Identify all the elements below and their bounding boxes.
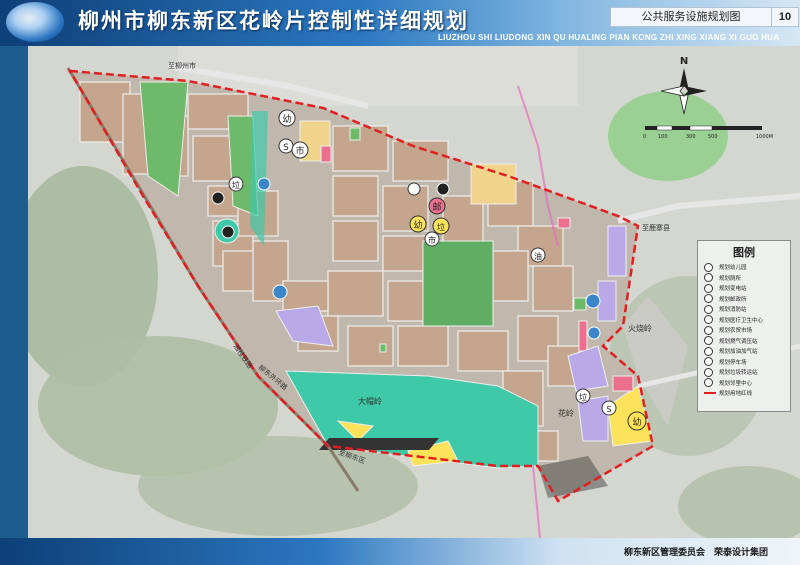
fire-station-icon[interactable] xyxy=(211,191,225,205)
post-marker-label: 邮 xyxy=(432,201,441,213)
footer-org-1: 柳东新区管理委员会 xyxy=(624,548,706,558)
legend-item: 规划燃气调压站 xyxy=(698,336,790,347)
header-bar: 柳州市柳东新区花岭片控制性详细规划 LIUZHOU SHI LIUDONG XI… xyxy=(0,0,800,46)
fire-station-icon xyxy=(704,304,713,314)
place-label-1: 火烧岭 xyxy=(628,323,652,333)
legend-item: 规划医疗卫生中心 xyxy=(698,315,790,326)
sports-marker-label: S xyxy=(283,143,289,153)
market-icon xyxy=(704,325,713,335)
legend-item: 规划加油加气站 xyxy=(698,346,790,357)
legend-item: 规划用地红线 xyxy=(698,388,790,399)
legend-panel: 图例 规划幼儿园 规划厕所 规划变电站 规划邮政所 规划消防站 规划医疗卫生中心… xyxy=(697,240,791,412)
scale-label-4: 1000M xyxy=(756,134,773,140)
parking-icon[interactable] xyxy=(272,284,288,300)
legend-item-label: 规划农贸市场 xyxy=(719,328,753,335)
legend-title: 图例 xyxy=(733,246,755,259)
toilet-icon[interactable] xyxy=(221,225,235,239)
legend-item: 规划邻里中心 xyxy=(698,378,790,389)
kindergarten-marker-2-label: 幼 xyxy=(413,219,422,231)
garbage-station-icon xyxy=(704,367,713,377)
north-label: N xyxy=(680,56,688,67)
legend-item-label: 规划用地红线 xyxy=(719,391,753,398)
legend-item-label: 规划厕所 xyxy=(719,275,742,282)
garbage-marker-3-label: 垃 xyxy=(579,392,587,402)
kindergarten-marker-label: 幼 xyxy=(282,113,291,125)
legend-item-label: 规划幼儿园 xyxy=(719,265,747,272)
post-icon xyxy=(704,294,713,304)
fire-station-icon-2[interactable] xyxy=(436,182,450,196)
scale-label-1: 100 xyxy=(658,134,668,140)
legend-item: 规划垃圾转运站 xyxy=(698,367,790,378)
neighborhood-center-icon xyxy=(704,378,713,388)
legend-item-label: 规划停车场 xyxy=(719,359,747,366)
fuel-station-icon xyxy=(704,346,713,356)
footer-bar: 柳东新区管理委员会 荣泰设计集团 xyxy=(0,538,800,565)
kindergarten-icon xyxy=(704,262,713,272)
legend-item-label: 规划燃气调压站 xyxy=(719,338,758,345)
place-label-2: 大帽岭 xyxy=(358,396,382,406)
road-label-1: 至柳州市 xyxy=(168,61,196,70)
legend-item: 规划消防站 xyxy=(698,304,790,315)
footer-org-2: 荣泰设计集团 xyxy=(714,548,769,558)
legend-item-label: 规划垃圾转运站 xyxy=(719,370,758,377)
sports-marker-2-label: S xyxy=(606,405,611,414)
scale-label-0: 0 xyxy=(643,134,646,140)
garbage-marker-2-label: 垃 xyxy=(437,222,445,232)
legend-item-label: 规划邮政所 xyxy=(719,296,747,303)
legend-list: 规划幼儿园 规划厕所 规划变电站 规划邮政所 规划消防站 规划医疗卫生中心 规划… xyxy=(698,262,790,399)
plan-title: 柳州市柳东新区花岭片控制性详细规划 xyxy=(78,9,469,33)
medical-icon[interactable] xyxy=(585,293,601,309)
medical-icon xyxy=(704,315,713,325)
parking-icon xyxy=(704,357,713,367)
toilet-icon xyxy=(704,273,713,283)
market-marker-label: 市 xyxy=(295,145,304,157)
kindergarten-marker-3-label: 幼 xyxy=(632,416,641,428)
fuel-marker-label: 油 xyxy=(534,251,542,261)
map-svg: 幼 S 市 垃 邮 幼 垃 市 油 垃 S 幼 至柳州市 湘桂铁路 柳东外环路 … xyxy=(28,46,800,538)
gas-regulator-icon xyxy=(704,336,713,346)
legend-item-label: 规划消防站 xyxy=(719,307,747,314)
legend-item: 规划停车场 xyxy=(698,357,790,368)
gas-station-icon[interactable] xyxy=(407,182,421,196)
legend-item-label: 规划变电站 xyxy=(719,286,747,293)
sheet-number: 10 xyxy=(771,7,799,27)
legend-item-label: 规划邻里中心 xyxy=(719,380,753,387)
map-canvas[interactable]: 幼 S 市 垃 邮 幼 垃 市 油 垃 S 幼 至柳州市 湘桂铁路 柳东外环路 … xyxy=(28,46,800,538)
substation-icon[interactable] xyxy=(257,177,271,191)
boundary-line-icon xyxy=(704,392,716,395)
place-label-3: 花岭 xyxy=(558,408,574,418)
market-marker-2-label: 市 xyxy=(428,235,436,245)
globe-logo xyxy=(6,2,64,42)
garbage-marker-label: 垃 xyxy=(232,180,240,190)
substation-icon xyxy=(704,283,713,293)
legend-item: 规划农贸市场 xyxy=(698,325,790,336)
legend-item-label: 规划医疗卫生中心 xyxy=(719,317,764,324)
legend-item: 规划厕所 xyxy=(698,273,790,284)
legend-item: 规划幼儿园 xyxy=(698,262,790,273)
legend-item: 规划邮政所 xyxy=(698,294,790,305)
plan-title-en: LIUZHOU SHI LIUDONG XIN QU HUALING PIAN … xyxy=(438,33,780,42)
sheet-title: 公共服务设施规划图 xyxy=(610,7,772,27)
scale-label-3: 500 xyxy=(708,134,718,140)
scale-label-2: 300 xyxy=(686,134,696,140)
substation-icon-2[interactable] xyxy=(587,326,601,340)
legend-item-label: 规划加油加气站 xyxy=(719,349,758,356)
legend-item: 规划变电站 xyxy=(698,283,790,294)
road-label-5: 至鹿寨县 xyxy=(642,223,670,232)
